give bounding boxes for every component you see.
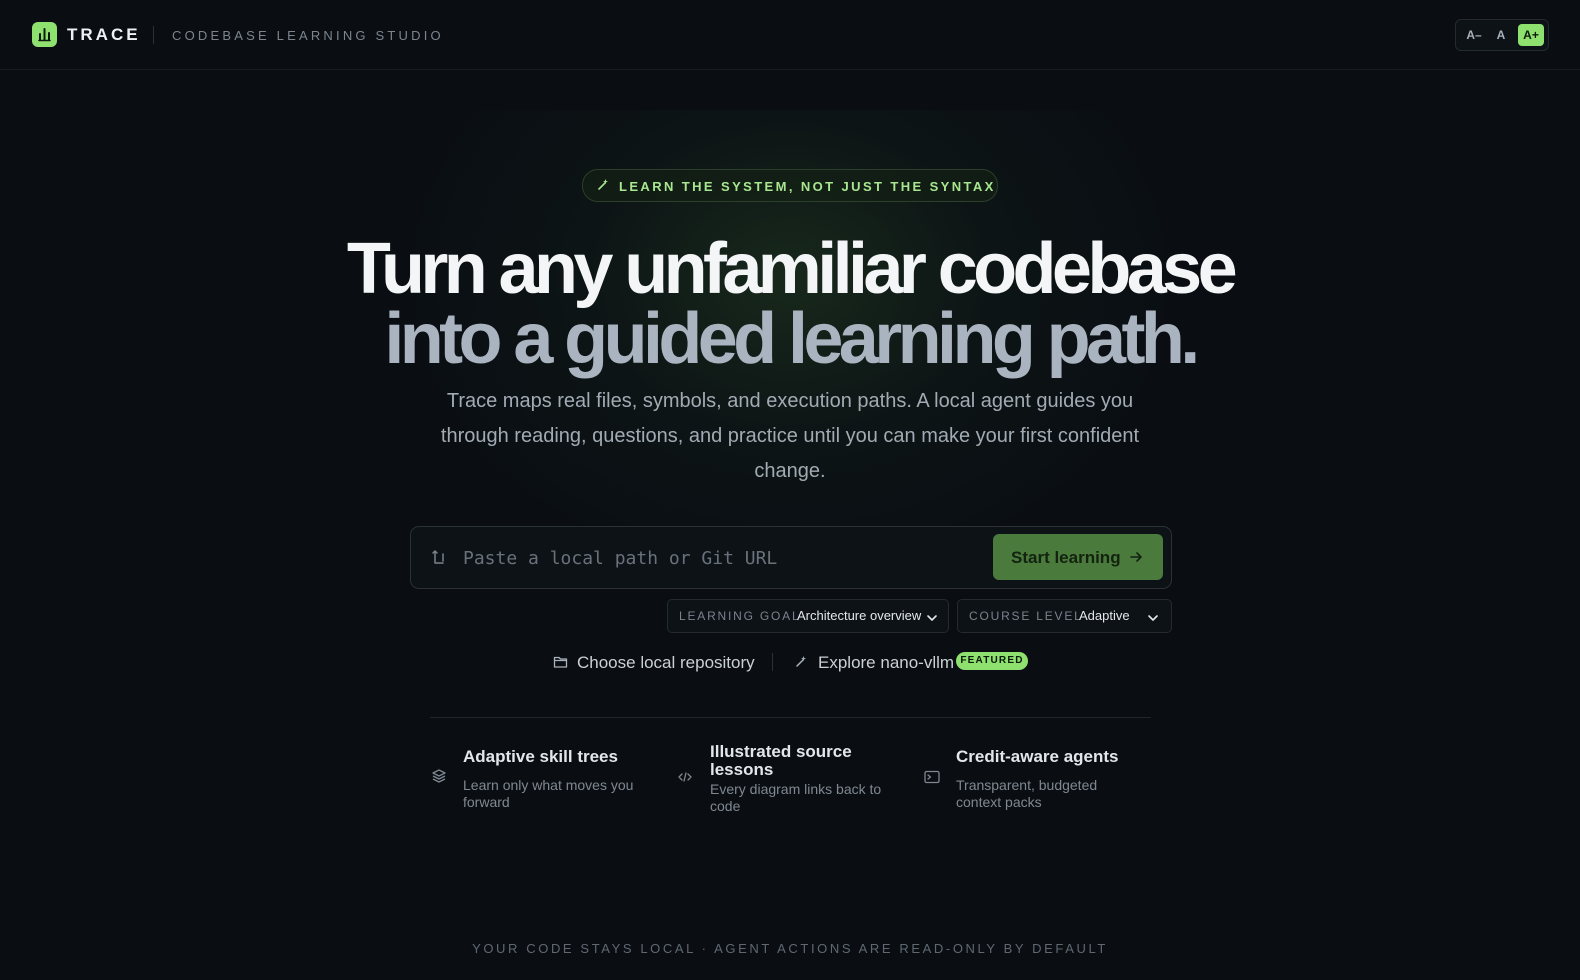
feature-credit-aware-agents: Credit-aware agents Transparent, budgete… bbox=[924, 748, 1154, 818]
feature-illustrated-source-lessons: Illustrated source lessons Every diagram… bbox=[678, 743, 908, 818]
explore-nano-vllm-link[interactable]: Explore nano-vllm bbox=[794, 651, 954, 675]
headline-line-2: into a guided learning path. bbox=[384, 299, 1200, 379]
learning-goal-label: LEARNING GOAL bbox=[679, 609, 801, 623]
chevron-down-icon bbox=[1147, 611, 1159, 629]
chevron-down-icon bbox=[926, 611, 938, 629]
eyebrow-pill: LEARN THE SYSTEM, NOT JUST THE SYNTAX bbox=[582, 169, 998, 202]
folder-icon bbox=[553, 655, 568, 674]
layers-icon bbox=[431, 768, 447, 789]
arrow-right-icon bbox=[1129, 550, 1143, 569]
top-bar: TRACE CODEBASE LEARNING STUDIO A– A A+ bbox=[0, 0, 1580, 70]
feature-title: Illustrated source lessons bbox=[710, 742, 852, 779]
feature-description: Transparent, budgeted context packs bbox=[956, 777, 1098, 810]
feature-title: Credit-aware agents bbox=[956, 747, 1119, 766]
section-divider bbox=[430, 717, 1151, 718]
featured-badge: FEATURED bbox=[956, 652, 1028, 670]
learning-goal-select[interactable]: LEARNING GOAL Architecture overview bbox=[667, 599, 949, 633]
feature-description: Every diagram links back to code bbox=[710, 781, 882, 814]
font-size-control: A– A A+ bbox=[1455, 19, 1549, 51]
repo-path-input[interactable] bbox=[461, 541, 965, 575]
sparkle-icon bbox=[794, 655, 808, 674]
code-icon bbox=[678, 770, 692, 788]
terminal-icon bbox=[924, 770, 940, 789]
feature-title: Adaptive skill trees bbox=[463, 747, 618, 766]
learning-goal-value: Architecture overview bbox=[797, 608, 922, 623]
brand-name: TRACE bbox=[67, 25, 141, 44]
logo-icon bbox=[32, 22, 57, 47]
header-divider bbox=[153, 26, 154, 44]
explore-label: Explore nano-vllm bbox=[818, 653, 955, 672]
feature-description: Learn only what moves you forward bbox=[463, 777, 634, 810]
course-level-select[interactable]: COURSE LEVEL Adaptive bbox=[957, 599, 1172, 633]
choose-repo-link[interactable]: Choose local repository bbox=[553, 651, 755, 675]
course-level-value: Adaptive bbox=[1079, 608, 1130, 623]
eyebrow-text: LEARN THE SYSTEM, NOT JUST THE SYNTAX bbox=[619, 179, 996, 194]
sparkle-icon bbox=[596, 178, 610, 197]
repo-search-bar: Start learning bbox=[410, 526, 1172, 589]
choose-repo-label: Choose local repository bbox=[577, 653, 755, 672]
start-learning-button[interactable]: Start learning bbox=[993, 534, 1163, 580]
hero-description: Trace maps real files, symbols, and exec… bbox=[440, 390, 1140, 482]
links-divider bbox=[772, 653, 773, 671]
font-decrease-button[interactable]: A– bbox=[1460, 24, 1488, 46]
start-learning-label: Start learning bbox=[1011, 548, 1121, 567]
app-subtitle: CODEBASE LEARNING STUDIO bbox=[172, 28, 444, 43]
git-branch-icon bbox=[431, 549, 447, 570]
font-reset-button[interactable]: A bbox=[1489, 24, 1513, 46]
feature-adaptive-skill-trees: Adaptive skill trees Learn only what mov… bbox=[431, 748, 661, 818]
privacy-footer: YOUR CODE STAYS LOCAL · AGENT ACTIONS AR… bbox=[472, 941, 1108, 956]
course-level-label: COURSE LEVEL bbox=[969, 609, 1083, 623]
font-increase-button[interactable]: A+ bbox=[1518, 24, 1544, 46]
